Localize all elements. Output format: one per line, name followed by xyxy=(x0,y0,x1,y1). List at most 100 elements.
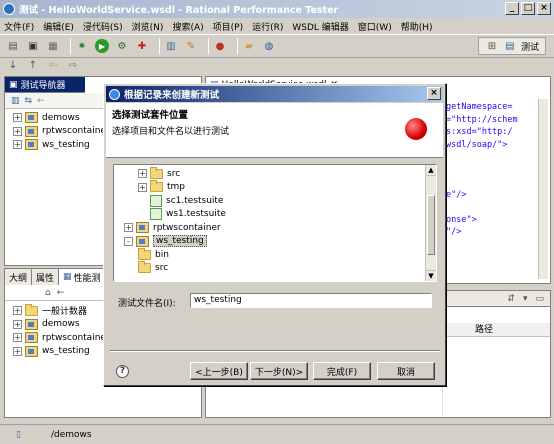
editor-text[interactable]: getNamespace= ="http://schem s:xsd="http… xyxy=(446,101,544,239)
expand-toggle[interactable]: + xyxy=(138,169,147,179)
home-icon[interactable]: ⌂ xyxy=(45,288,51,298)
expand-toggle[interactable]: + xyxy=(13,113,22,123)
tree-item-label: 一般计数器 xyxy=(42,307,88,318)
editor-scrollbar[interactable] xyxy=(538,99,548,279)
window-controls: _ □ × xyxy=(505,2,551,15)
column-header-path[interactable]: 路径 xyxy=(442,323,550,337)
filter-icon[interactable]: ⇵ xyxy=(507,294,515,304)
globe-icon[interactable]: ◍ xyxy=(262,39,276,53)
tree-item-label: ws_testing xyxy=(42,346,90,357)
new-icon[interactable]: ▤ xyxy=(6,39,20,53)
back-icon[interactable]: ← xyxy=(57,288,65,298)
forward-icon[interactable]: ⇨ xyxy=(66,58,80,72)
maximize-button[interactable]: □ xyxy=(521,2,535,15)
cancel-button[interactable]: 取消 xyxy=(377,362,435,380)
dialog-heading: 选择测试套件位置 xyxy=(112,110,189,121)
expand-toggle[interactable]: + xyxy=(13,306,22,316)
expand-toggle[interactable]: + xyxy=(13,319,22,329)
tree-item-label: demows xyxy=(42,319,80,330)
tree-item-label: rptwscontainer xyxy=(42,126,110,137)
scroll-down-arrow[interactable]: ▼ xyxy=(426,270,436,281)
next-button[interactable]: 下一步(N)> xyxy=(250,362,308,380)
debug-icon[interactable]: ✷ xyxy=(75,39,89,53)
status-icon: ▯ xyxy=(16,429,21,440)
tab-test-navigator[interactable]: ▣ 测试导航器 xyxy=(5,77,85,93)
tree-item[interactable]: bin xyxy=(124,247,436,262)
tree-item-selected[interactable]: - ws_testing xyxy=(124,235,436,249)
minimize-button[interactable]: _ xyxy=(505,2,519,15)
finish-button[interactable]: 完成(F) xyxy=(313,362,371,380)
tree-item-label: demows xyxy=(42,112,80,123)
expand-toggle[interactable]: + xyxy=(13,140,22,150)
tab-outline[interactable]: 大纲 xyxy=(5,269,33,285)
open-folder-icon[interactable]: ▰ xyxy=(242,39,256,53)
back-icon[interactable]: ← xyxy=(37,96,45,106)
expand-toggle[interactable]: + xyxy=(138,182,147,192)
open-perspective-icon[interactable]: ⊞ xyxy=(485,39,499,53)
menu-navigate[interactable]: 浏览(N) xyxy=(132,20,164,33)
secondary-toolbar: ↓ ↑ ⇦ ⇨ xyxy=(0,58,200,72)
scroll-thumb[interactable] xyxy=(427,195,435,255)
tree-item[interactable]: + src xyxy=(124,166,436,181)
tree-item[interactable]: ws1.testsuite xyxy=(124,208,436,222)
perspective-label: 测试 xyxy=(520,42,539,53)
expand-toggle[interactable]: + xyxy=(124,223,133,233)
folder-icon xyxy=(25,303,38,316)
dialog-header: 选择测试套件位置 选择项目和文件名以进行测试 xyxy=(106,103,443,158)
link-editor-icon[interactable]: ⇆ xyxy=(25,96,33,106)
folder-icon xyxy=(138,247,151,260)
next-annotation-icon[interactable]: ↓ xyxy=(6,58,20,72)
location-tree[interactable]: + src + tmp sc1.testsuite ws1.testsuite … xyxy=(113,164,437,282)
menu-bar: 文件(F) 编辑(E) 浸代码(S) 浏览(N) 搜索(A) 项目(P) 运行(… xyxy=(0,18,554,34)
tree-item[interactable]: + rptwscontainer xyxy=(124,221,436,235)
expand-toggle[interactable]: + xyxy=(13,346,22,356)
tree-item[interactable]: + tmp xyxy=(124,180,436,195)
run-test-icon[interactable]: ⚙ xyxy=(115,39,129,53)
menu-edit[interactable]: 编辑(E) xyxy=(43,20,74,33)
tree-scrollbar[interactable]: ▲ ▼ xyxy=(425,165,436,281)
tree-item[interactable]: src xyxy=(124,261,436,276)
collapse-all-icon[interactable]: ▥ xyxy=(11,96,20,106)
menu-search[interactable]: 搜索(A) xyxy=(172,20,203,33)
menu-wsdl-editor[interactable]: WSDL 编辑器 xyxy=(292,20,348,33)
back-button[interactable]: <上一步(B) xyxy=(190,362,248,380)
project-icon xyxy=(136,235,149,247)
filename-input[interactable]: ws_testing xyxy=(190,293,432,308)
menu-window[interactable]: 窗口(W) xyxy=(358,20,392,33)
run-icon[interactable]: ▶ xyxy=(95,39,109,53)
minimize-view-icon[interactable]: ▭ xyxy=(535,294,544,304)
menu-help[interactable]: 帮助(H) xyxy=(401,20,433,33)
dialog-app-icon xyxy=(109,88,120,100)
save-icon[interactable]: ▣ xyxy=(26,39,40,53)
menu-run[interactable]: 运行(R) xyxy=(252,20,283,33)
expand-toggle[interactable]: + xyxy=(13,126,22,136)
tree-item-label: rptwscontainer xyxy=(153,222,221,233)
pen-icon[interactable]: ✎ xyxy=(184,39,198,53)
tree-item-label: src xyxy=(167,168,181,179)
view-menu-icon[interactable]: ▾ xyxy=(523,294,528,304)
collapse-toggle[interactable]: - xyxy=(124,236,133,246)
back-icon[interactable]: ⇦ xyxy=(46,58,60,72)
toolbar-separator xyxy=(159,38,160,54)
expand-toggle[interactable]: + xyxy=(13,333,22,343)
perspective-switcher[interactable]: ⊞ ▤ 测试 xyxy=(477,37,546,55)
tab-properties[interactable]: 属性 xyxy=(32,269,60,285)
external-tools-icon[interactable]: ✚ xyxy=(135,39,149,53)
status-path: /demows xyxy=(50,429,92,440)
help-icon[interactable]: ? xyxy=(116,365,129,378)
prev-annotation-icon[interactable]: ↑ xyxy=(26,58,40,72)
menu-file[interactable]: 文件(F) xyxy=(4,20,34,33)
tree-item[interactable]: sc1.testsuite xyxy=(124,194,436,208)
menu-source[interactable]: 浸代码(S) xyxy=(83,20,123,33)
tab-performance[interactable]: ▦ 性能测 xyxy=(59,269,105,285)
project-icon xyxy=(25,345,38,357)
print-icon[interactable]: ▦ xyxy=(46,39,60,53)
open-type-icon[interactable]: ▥ xyxy=(164,39,178,53)
menu-project[interactable]: 项目(P) xyxy=(213,20,243,33)
dialog-close-button[interactable]: × xyxy=(427,87,441,100)
dialog-title-bar[interactable]: 根据记录来创建新测试 × xyxy=(106,86,443,102)
record-icon[interactable]: ● xyxy=(213,39,227,53)
scroll-up-arrow[interactable]: ▲ xyxy=(426,165,436,176)
close-button[interactable]: × xyxy=(537,2,551,15)
app-icon xyxy=(3,3,15,15)
